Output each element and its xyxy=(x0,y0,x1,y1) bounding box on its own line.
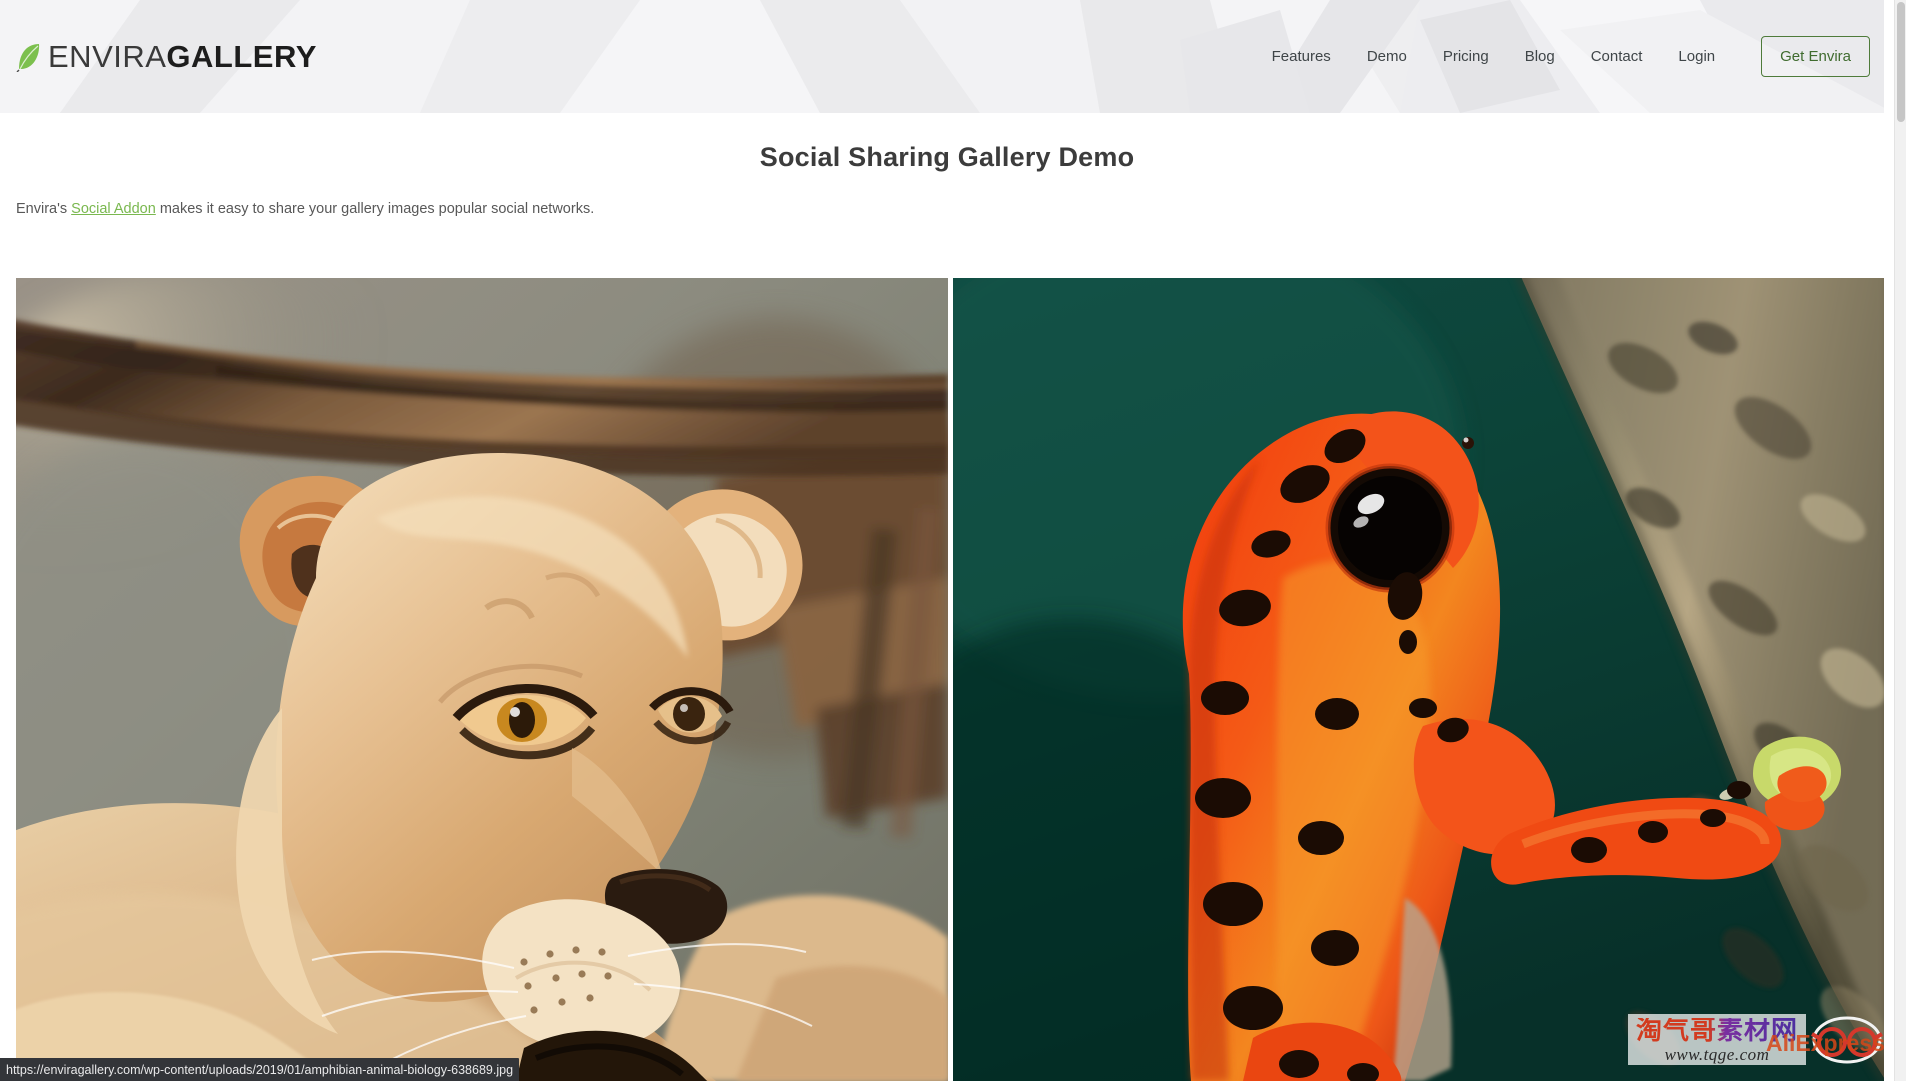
main-navigation: Features Demo Pricing Blog Contact Login… xyxy=(1254,36,1870,77)
nav-item-contact[interactable]: Contact xyxy=(1573,40,1661,73)
brand-wordmark: ENVIRAGALLERY xyxy=(48,41,317,72)
browser-viewport: ENVIRAGALLERY Features Demo Pricing Blog… xyxy=(0,0,1906,1081)
nav-item-demo[interactable]: Demo xyxy=(1349,40,1425,73)
page-content: Social Sharing Gallery Demo Envira's Soc… xyxy=(0,113,1894,220)
nav-item-pricing[interactable]: Pricing xyxy=(1425,40,1507,73)
brand-text-bold: GALLERY xyxy=(166,39,317,74)
desc-text-before: Envira's xyxy=(16,201,72,217)
nav-item-blog[interactable]: Blog xyxy=(1507,40,1573,73)
get-envira-button[interactable]: Get Envira xyxy=(1761,36,1870,77)
gallery-item-frog[interactable] xyxy=(953,278,1886,1081)
page-title: Social Sharing Gallery Demo xyxy=(759,142,1135,172)
brand-logo-link[interactable]: ENVIRAGALLERY xyxy=(16,41,317,72)
scrollbar-gutter xyxy=(1884,0,1894,1081)
lioness-photo xyxy=(16,278,948,1081)
nav-item-features[interactable]: Features xyxy=(1254,40,1349,73)
status-bar-url: https://enviragallery.com/wp-content/upl… xyxy=(6,1062,514,1077)
browser-status-bar: https://enviragallery.com/wp-content/upl… xyxy=(0,1058,520,1081)
leaf-icon xyxy=(16,43,40,72)
strawberry-poison-dart-frog-photo xyxy=(953,278,1886,1081)
site-header: ENVIRAGALLERY Features Demo Pricing Blog… xyxy=(0,0,1894,113)
gallery-item-lioness[interactable] xyxy=(16,278,948,1081)
desc-text-after: makes it easy to share your gallery imag… xyxy=(155,201,595,217)
gallery-grid xyxy=(16,278,1886,1081)
nav-item-login[interactable]: Login xyxy=(1660,40,1733,73)
page-scrollbar[interactable] xyxy=(1894,0,1906,1081)
brand-text-thin: ENVIRA xyxy=(48,39,167,74)
header-inner: ENVIRAGALLERY Features Demo Pricing Blog… xyxy=(0,0,1894,113)
page-description: Envira's Social Addon makes it easy to s… xyxy=(0,173,1894,219)
scrollbar-thumb[interactable] xyxy=(1897,2,1905,122)
social-addon-link[interactable]: Social Addon xyxy=(71,201,156,217)
